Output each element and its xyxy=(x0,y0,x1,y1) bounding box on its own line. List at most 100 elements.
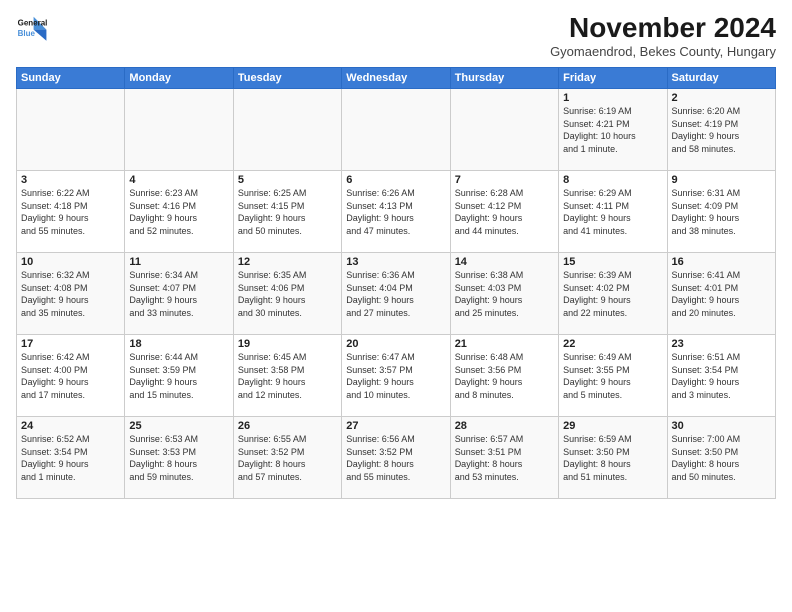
calendar-cell xyxy=(125,89,233,171)
calendar-cell: 17Sunrise: 6:42 AM Sunset: 4:00 PM Dayli… xyxy=(17,335,125,417)
calendar-cell: 28Sunrise: 6:57 AM Sunset: 3:51 PM Dayli… xyxy=(450,417,558,499)
calendar-cell: 1Sunrise: 6:19 AM Sunset: 4:21 PM Daylig… xyxy=(559,89,667,171)
day-number: 1 xyxy=(563,92,662,104)
day-number: 21 xyxy=(455,338,554,350)
day-number: 16 xyxy=(672,256,771,268)
calendar-cell xyxy=(342,89,450,171)
subtitle: Gyomaendrod, Bekes County, Hungary xyxy=(550,44,776,59)
calendar-cell: 21Sunrise: 6:48 AM Sunset: 3:56 PM Dayli… xyxy=(450,335,558,417)
calendar-header: SundayMondayTuesdayWednesdayThursdayFrid… xyxy=(17,68,776,89)
day-info: Sunrise: 6:25 AM Sunset: 4:15 PM Dayligh… xyxy=(238,187,337,237)
day-info: Sunrise: 6:35 AM Sunset: 4:06 PM Dayligh… xyxy=(238,269,337,319)
calendar-cell: 30Sunrise: 7:00 AM Sunset: 3:50 PM Dayli… xyxy=(667,417,775,499)
day-number: 5 xyxy=(238,174,337,186)
day-info: Sunrise: 6:26 AM Sunset: 4:13 PM Dayligh… xyxy=(346,187,445,237)
week-row-2: 3Sunrise: 6:22 AM Sunset: 4:18 PM Daylig… xyxy=(17,171,776,253)
day-number: 23 xyxy=(672,338,771,350)
calendar-cell: 24Sunrise: 6:52 AM Sunset: 3:54 PM Dayli… xyxy=(17,417,125,499)
day-info: Sunrise: 6:47 AM Sunset: 3:57 PM Dayligh… xyxy=(346,351,445,401)
day-info: Sunrise: 6:49 AM Sunset: 3:55 PM Dayligh… xyxy=(563,351,662,401)
calendar-cell: 25Sunrise: 6:53 AM Sunset: 3:53 PM Dayli… xyxy=(125,417,233,499)
title-area: November 2024 Gyomaendrod, Bekes County,… xyxy=(550,12,776,59)
day-info: Sunrise: 6:34 AM Sunset: 4:07 PM Dayligh… xyxy=(129,269,228,319)
calendar-cell: 18Sunrise: 6:44 AM Sunset: 3:59 PM Dayli… xyxy=(125,335,233,417)
day-info: Sunrise: 6:31 AM Sunset: 4:09 PM Dayligh… xyxy=(672,187,771,237)
calendar-cell: 6Sunrise: 6:26 AM Sunset: 4:13 PM Daylig… xyxy=(342,171,450,253)
calendar-cell: 2Sunrise: 6:20 AM Sunset: 4:19 PM Daylig… xyxy=(667,89,775,171)
day-info: Sunrise: 6:44 AM Sunset: 3:59 PM Dayligh… xyxy=(129,351,228,401)
day-info: Sunrise: 6:36 AM Sunset: 4:04 PM Dayligh… xyxy=(346,269,445,319)
header-day-wednesday: Wednesday xyxy=(342,68,450,89)
day-number: 10 xyxy=(21,256,120,268)
calendar-cell: 8Sunrise: 6:29 AM Sunset: 4:11 PM Daylig… xyxy=(559,171,667,253)
day-number: 15 xyxy=(563,256,662,268)
header: General Blue November 2024 Gyomaendrod, … xyxy=(16,12,776,59)
calendar-cell: 10Sunrise: 6:32 AM Sunset: 4:08 PM Dayli… xyxy=(17,253,125,335)
day-number: 9 xyxy=(672,174,771,186)
calendar-cell: 14Sunrise: 6:38 AM Sunset: 4:03 PM Dayli… xyxy=(450,253,558,335)
day-info: Sunrise: 6:59 AM Sunset: 3:50 PM Dayligh… xyxy=(563,433,662,483)
svg-text:Blue: Blue xyxy=(18,29,36,38)
day-info: Sunrise: 6:32 AM Sunset: 4:08 PM Dayligh… xyxy=(21,269,120,319)
calendar-cell: 23Sunrise: 6:51 AM Sunset: 3:54 PM Dayli… xyxy=(667,335,775,417)
day-number: 3 xyxy=(21,174,120,186)
day-number: 19 xyxy=(238,338,337,350)
calendar-cell: 11Sunrise: 6:34 AM Sunset: 4:07 PM Dayli… xyxy=(125,253,233,335)
week-row-5: 24Sunrise: 6:52 AM Sunset: 3:54 PM Dayli… xyxy=(17,417,776,499)
day-info: Sunrise: 6:28 AM Sunset: 4:12 PM Dayligh… xyxy=(455,187,554,237)
day-info: Sunrise: 6:57 AM Sunset: 3:51 PM Dayligh… xyxy=(455,433,554,483)
day-info: Sunrise: 6:19 AM Sunset: 4:21 PM Dayligh… xyxy=(563,105,662,155)
calendar-cell: 19Sunrise: 6:45 AM Sunset: 3:58 PM Dayli… xyxy=(233,335,341,417)
day-info: Sunrise: 6:38 AM Sunset: 4:03 PM Dayligh… xyxy=(455,269,554,319)
calendar-cell: 16Sunrise: 6:41 AM Sunset: 4:01 PM Dayli… xyxy=(667,253,775,335)
header-day-tuesday: Tuesday xyxy=(233,68,341,89)
calendar-cell: 3Sunrise: 6:22 AM Sunset: 4:18 PM Daylig… xyxy=(17,171,125,253)
day-number: 20 xyxy=(346,338,445,350)
calendar-cell: 26Sunrise: 6:55 AM Sunset: 3:52 PM Dayli… xyxy=(233,417,341,499)
day-number: 26 xyxy=(238,420,337,432)
day-info: Sunrise: 7:00 AM Sunset: 3:50 PM Dayligh… xyxy=(672,433,771,483)
day-number: 18 xyxy=(129,338,228,350)
header-day-monday: Monday xyxy=(125,68,233,89)
day-info: Sunrise: 6:23 AM Sunset: 4:16 PM Dayligh… xyxy=(129,187,228,237)
day-number: 8 xyxy=(563,174,662,186)
day-info: Sunrise: 6:45 AM Sunset: 3:58 PM Dayligh… xyxy=(238,351,337,401)
calendar-cell: 20Sunrise: 6:47 AM Sunset: 3:57 PM Dayli… xyxy=(342,335,450,417)
calendar-cell: 5Sunrise: 6:25 AM Sunset: 4:15 PM Daylig… xyxy=(233,171,341,253)
week-row-3: 10Sunrise: 6:32 AM Sunset: 4:08 PM Dayli… xyxy=(17,253,776,335)
day-info: Sunrise: 6:29 AM Sunset: 4:11 PM Dayligh… xyxy=(563,187,662,237)
svg-text:General: General xyxy=(18,19,48,28)
day-number: 30 xyxy=(672,420,771,432)
day-number: 17 xyxy=(21,338,120,350)
day-info: Sunrise: 6:51 AM Sunset: 3:54 PM Dayligh… xyxy=(672,351,771,401)
day-info: Sunrise: 6:20 AM Sunset: 4:19 PM Dayligh… xyxy=(672,105,771,155)
day-number: 4 xyxy=(129,174,228,186)
day-number: 12 xyxy=(238,256,337,268)
day-info: Sunrise: 6:52 AM Sunset: 3:54 PM Dayligh… xyxy=(21,433,120,483)
day-number: 22 xyxy=(563,338,662,350)
header-row: SundayMondayTuesdayWednesdayThursdayFrid… xyxy=(17,68,776,89)
calendar-cell: 27Sunrise: 6:56 AM Sunset: 3:52 PM Dayli… xyxy=(342,417,450,499)
day-number: 11 xyxy=(129,256,228,268)
calendar-body: 1Sunrise: 6:19 AM Sunset: 4:21 PM Daylig… xyxy=(17,89,776,499)
day-number: 13 xyxy=(346,256,445,268)
day-number: 25 xyxy=(129,420,228,432)
day-info: Sunrise: 6:53 AM Sunset: 3:53 PM Dayligh… xyxy=(129,433,228,483)
calendar-cell: 13Sunrise: 6:36 AM Sunset: 4:04 PM Dayli… xyxy=(342,253,450,335)
header-day-friday: Friday xyxy=(559,68,667,89)
day-number: 24 xyxy=(21,420,120,432)
day-info: Sunrise: 6:55 AM Sunset: 3:52 PM Dayligh… xyxy=(238,433,337,483)
day-info: Sunrise: 6:48 AM Sunset: 3:56 PM Dayligh… xyxy=(455,351,554,401)
calendar-cell: 9Sunrise: 6:31 AM Sunset: 4:09 PM Daylig… xyxy=(667,171,775,253)
day-number: 27 xyxy=(346,420,445,432)
day-number: 28 xyxy=(455,420,554,432)
day-info: Sunrise: 6:56 AM Sunset: 3:52 PM Dayligh… xyxy=(346,433,445,483)
day-info: Sunrise: 6:39 AM Sunset: 4:02 PM Dayligh… xyxy=(563,269,662,319)
page: General Blue November 2024 Gyomaendrod, … xyxy=(0,0,792,612)
calendar-cell: 4Sunrise: 6:23 AM Sunset: 4:16 PM Daylig… xyxy=(125,171,233,253)
calendar-cell: 7Sunrise: 6:28 AM Sunset: 4:12 PM Daylig… xyxy=(450,171,558,253)
calendar-cell: 12Sunrise: 6:35 AM Sunset: 4:06 PM Dayli… xyxy=(233,253,341,335)
calendar-cell: 15Sunrise: 6:39 AM Sunset: 4:02 PM Dayli… xyxy=(559,253,667,335)
day-info: Sunrise: 6:41 AM Sunset: 4:01 PM Dayligh… xyxy=(672,269,771,319)
header-day-thursday: Thursday xyxy=(450,68,558,89)
